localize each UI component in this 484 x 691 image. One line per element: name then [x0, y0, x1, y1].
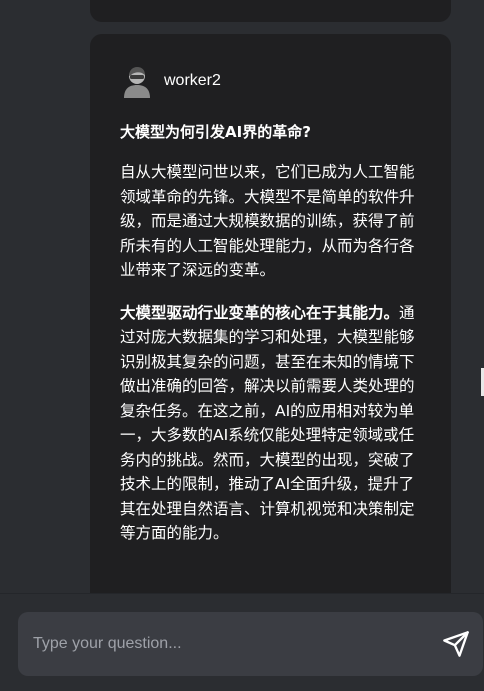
question-input[interactable] [18, 612, 428, 676]
send-button[interactable] [442, 630, 470, 658]
message-paragraph-2-bold: 大模型驱动行业变革的核心在于其能力。 [120, 303, 400, 322]
message-heading: 大模型为何引发AI界的革命? [120, 123, 311, 141]
message-paragraph-2-text: 通过对庞大数据集的学习和处理，大模型能够识别极其复杂的问题，甚至在未知的情境下做… [120, 303, 415, 543]
message-list[interactable]: worker2 大模型为何引发AI界的革命? 自从大模型问世以来，它们已成为人工… [0, 0, 484, 593]
user-avatar-icon [120, 64, 154, 98]
question-input-box [18, 612, 483, 676]
message-paragraph-2: 大模型驱动行业变革的核心在于其能力。通过对庞大数据集的学习和处理，大模型能够识别… [120, 301, 421, 546]
previous-message-card [90, 0, 451, 22]
send-icon [443, 631, 469, 657]
message-paragraph-1: 自从大模型问世以来，它们已成为人工智能领域革命的先锋。大模型不是简单的软件升级，… [120, 163, 415, 279]
author-name: worker2 [164, 72, 221, 89]
composer-bar [0, 593, 484, 691]
message-author: worker2 [120, 64, 421, 98]
chat-page: worker2 大模型为何引发AI界的革命? 自从大模型问世以来，它们已成为人工… [0, 0, 484, 691]
message-card: worker2 大模型为何引发AI界的革命? 自从大模型问世以来，它们已成为人工… [90, 34, 451, 593]
